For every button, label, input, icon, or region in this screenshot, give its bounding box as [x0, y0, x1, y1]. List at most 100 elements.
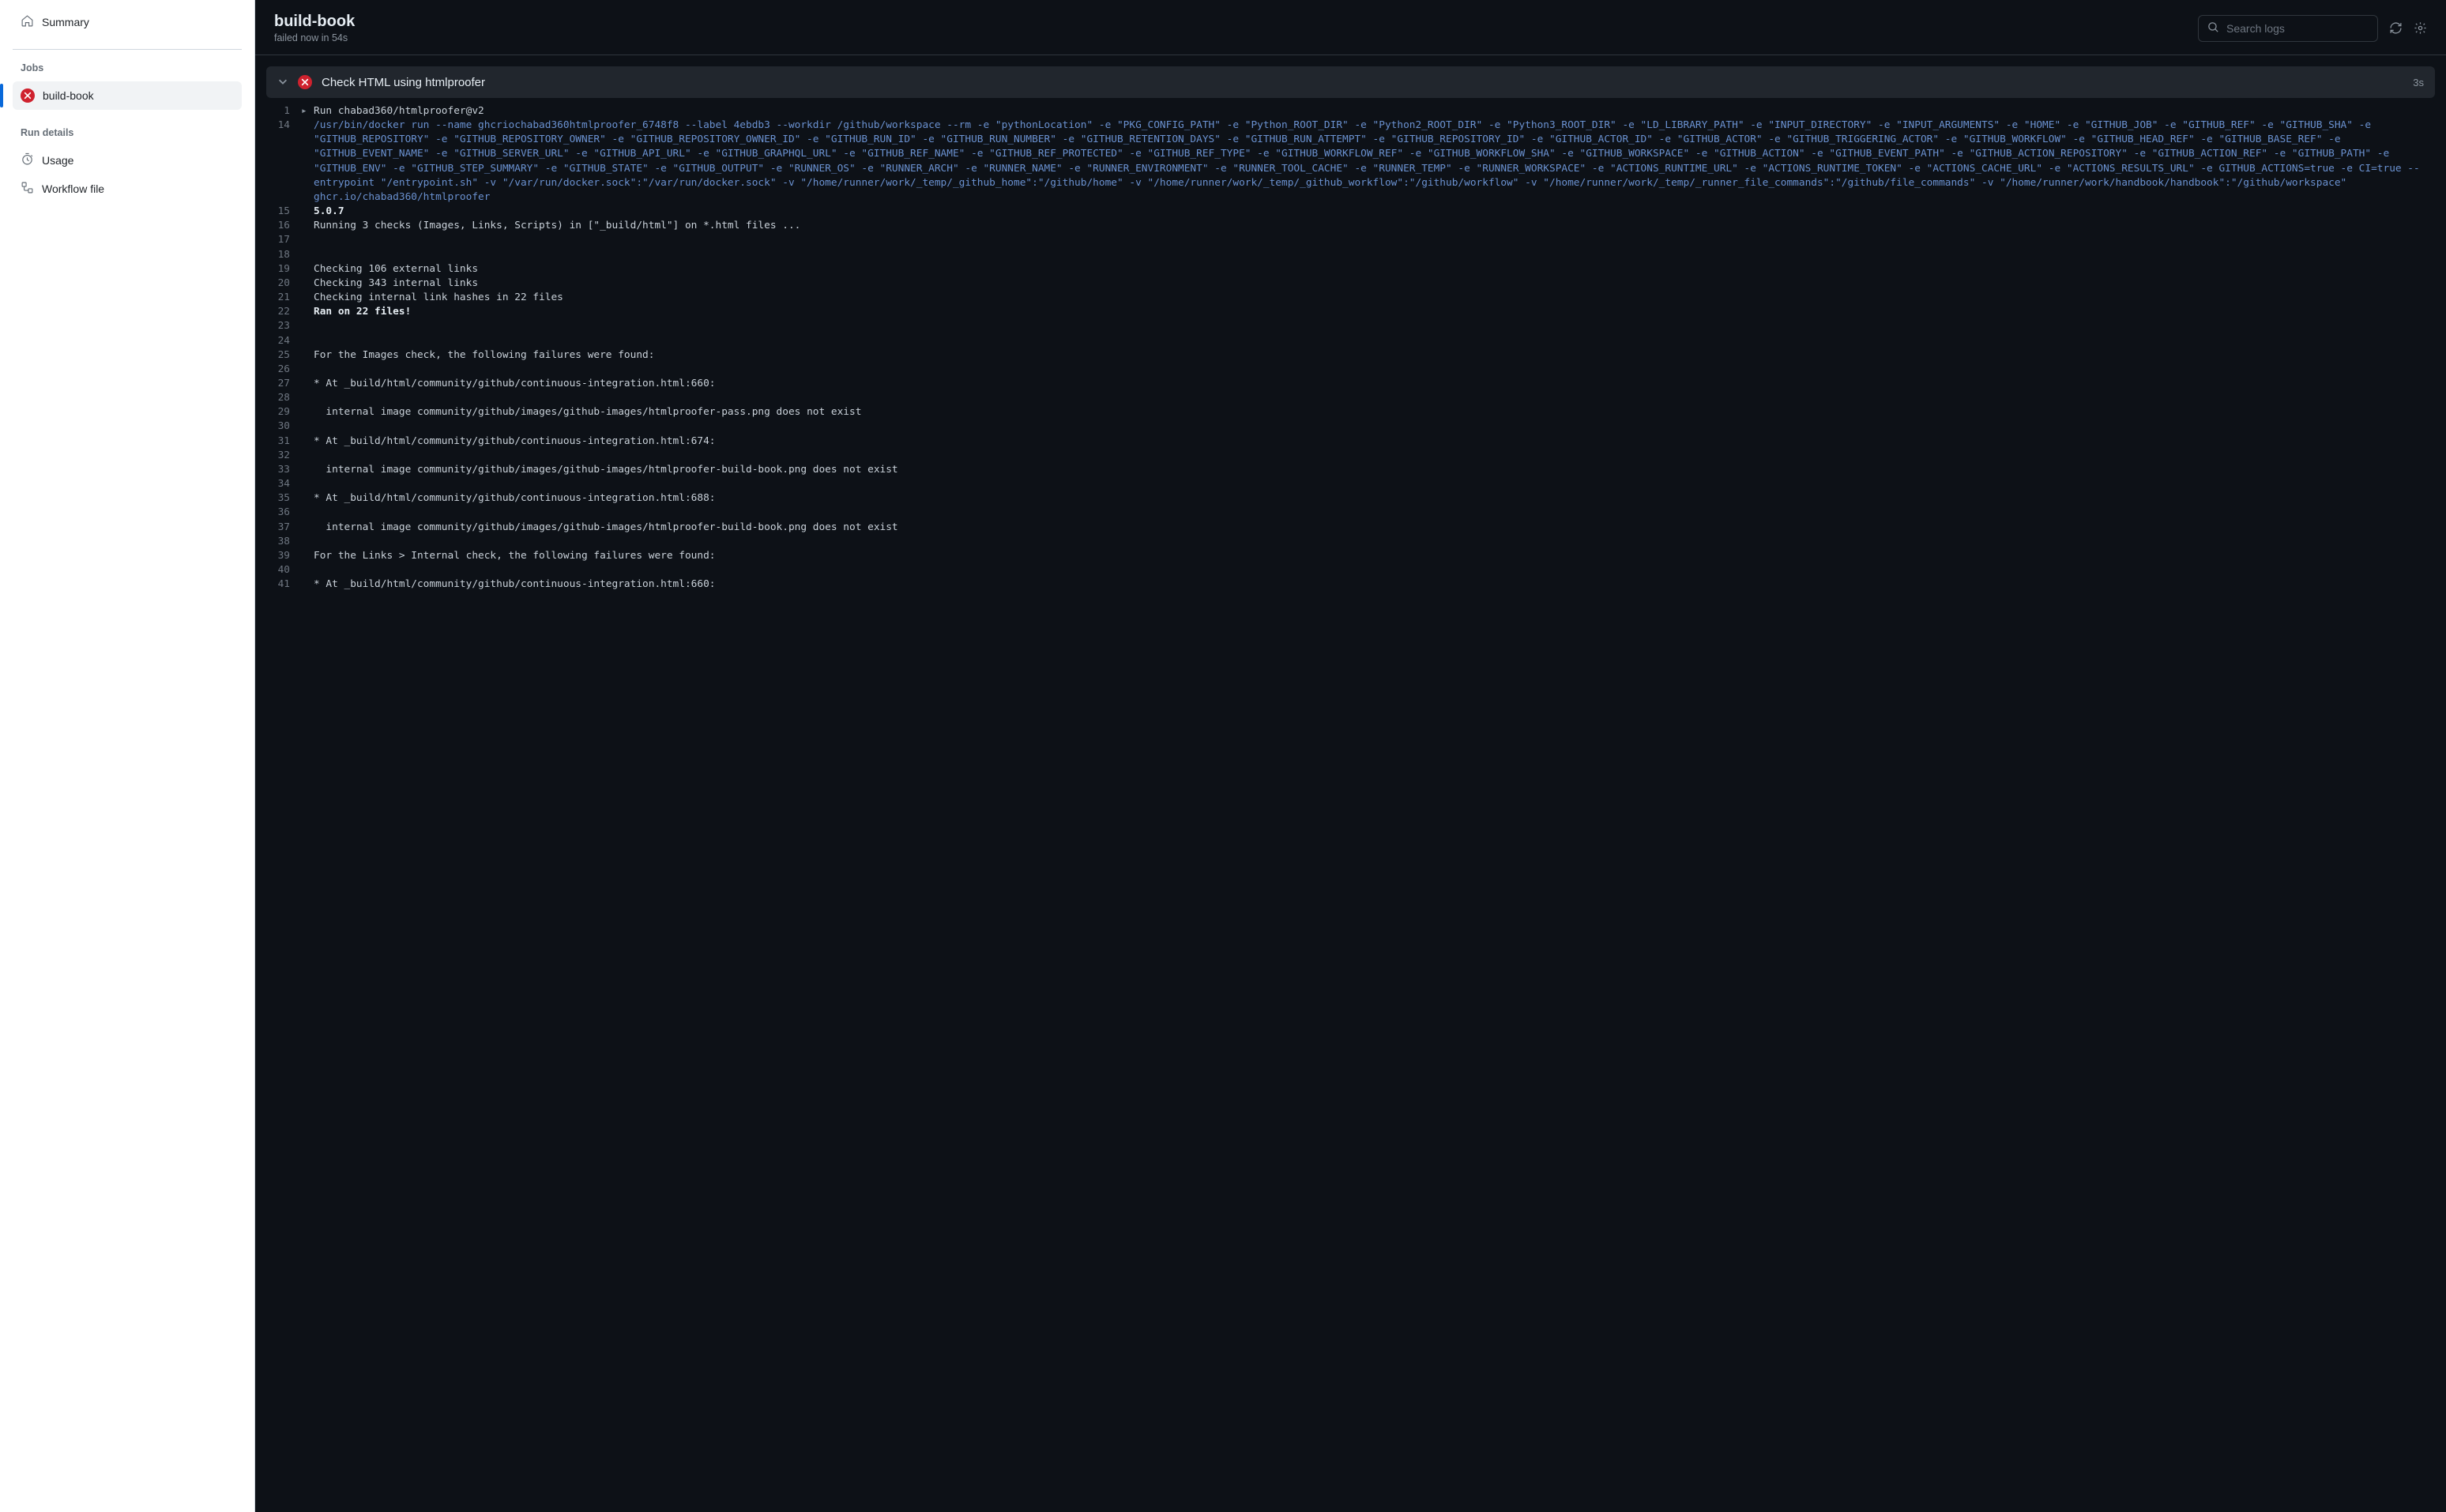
settings-button[interactable]: [2414, 21, 2427, 35]
log-line: 20 Checking 343 internal links: [255, 276, 2446, 291]
log-line: 31 * At _build/html/community/github/cont…: [255, 434, 2446, 449]
page-title: build-book: [274, 13, 355, 31]
line-number: 25: [255, 348, 301, 363]
log-output[interactable]: 1 ▸ Run chabad360/htmlproofer@v2 14 /usr…: [255, 100, 2446, 1512]
log-line: 15 5.0.7: [255, 205, 2446, 219]
log-line: 36: [255, 506, 2446, 520]
log-line: 37 internal image community/github/image…: [255, 521, 2446, 535]
sidebar: Summary Jobs build-book Run details Usag…: [0, 0, 255, 1512]
search-logs[interactable]: [2198, 15, 2378, 42]
log-text: /usr/bin/docker run --name ghcriochabad3…: [314, 118, 2446, 205]
main-header: build-book failed now in 54s: [255, 0, 2446, 55]
log-line: 28: [255, 391, 2446, 405]
line-number: 36: [255, 506, 301, 520]
log-line: 39 For the Links > Internal check, the fo…: [255, 549, 2446, 563]
chevron-down-icon: [277, 76, 288, 89]
log-text: Checking internal link hashes in 22 file…: [314, 291, 2446, 305]
log-text: * At _build/html/community/github/contin…: [314, 491, 2446, 506]
log-line: 38: [255, 535, 2446, 549]
line-number: 21: [255, 291, 301, 305]
line-number: 33: [255, 463, 301, 477]
log-line: 35 * At _build/html/community/github/cont…: [255, 491, 2446, 506]
log-line: 30: [255, 419, 2446, 434]
rerun-button[interactable]: [2389, 21, 2403, 35]
expand-caret-icon[interactable]: ▸: [301, 104, 314, 118]
home-icon: [21, 14, 34, 30]
log-text: Run chabad360/htmlproofer@v2: [314, 104, 2446, 118]
line-number: 24: [255, 334, 301, 348]
sidebar-workflow-file[interactable]: Workflow file: [13, 175, 242, 203]
log-text: Checking 343 internal links: [314, 276, 2446, 291]
line-number: 30: [255, 419, 301, 434]
log-line: 21 Checking internal link hashes in 22 fi…: [255, 291, 2446, 305]
line-number: 31: [255, 434, 301, 449]
log-line: 1 ▸ Run chabad360/htmlproofer@v2: [255, 104, 2446, 118]
sidebar-usage[interactable]: Usage: [13, 146, 242, 175]
line-number: 14: [255, 118, 301, 133]
log-text: * At _build/html/community/github/contin…: [314, 577, 2446, 592]
search-input[interactable]: [2226, 22, 2369, 35]
log-text: internal image community/github/images/g…: [314, 405, 2446, 419]
line-number: 39: [255, 549, 301, 563]
sidebar-usage-label: Usage: [42, 154, 73, 167]
log-line: 16 Running 3 checks (Images, Links, Scrip…: [255, 219, 2446, 233]
log-text: * At _build/html/community/github/contin…: [314, 434, 2446, 449]
line-number: 37: [255, 521, 301, 535]
line-number: 15: [255, 205, 301, 219]
line-number: 28: [255, 391, 301, 405]
step-duration: 3s: [2413, 77, 2424, 88]
line-number: 29: [255, 405, 301, 419]
stopwatch-icon: [21, 152, 34, 168]
log-line: 18: [255, 248, 2446, 262]
line-number: 20: [255, 276, 301, 291]
log-line: 14 /usr/bin/docker run --name ghcriochab…: [255, 118, 2446, 205]
workflow-icon: [21, 181, 34, 197]
step-header[interactable]: Check HTML using htmlproofer 3s: [266, 66, 2435, 98]
log-text: Checking 106 external links: [314, 262, 2446, 276]
log-text: Ran on 22 files!: [314, 305, 2446, 319]
divider: [13, 49, 242, 50]
log-line: 27 * At _build/html/community/github/cont…: [255, 377, 2446, 391]
log-text: Running 3 checks (Images, Links, Scripts…: [314, 219, 2446, 233]
line-number: 16: [255, 219, 301, 233]
log-text: internal image community/github/images/g…: [314, 521, 2446, 535]
sidebar-summary-label: Summary: [42, 16, 89, 28]
log-line: 24: [255, 334, 2446, 348]
log-text: 5.0.7: [314, 205, 2446, 219]
line-number: 34: [255, 477, 301, 491]
sidebar-job-label: build-book: [43, 89, 94, 102]
line-number: 41: [255, 577, 301, 592]
log-line: 29 internal image community/github/image…: [255, 405, 2446, 419]
log-text: For the Links > Internal check, the foll…: [314, 549, 2446, 563]
page-subtitle: failed now in 54s: [274, 32, 355, 43]
log-line: 22Ran on 22 files!: [255, 305, 2446, 319]
fail-icon: [21, 88, 35, 103]
line-number: 17: [255, 233, 301, 247]
search-icon: [2207, 21, 2220, 36]
sidebar-summary[interactable]: Summary: [13, 8, 242, 36]
log-line: 26: [255, 363, 2446, 377]
fail-icon: [298, 75, 312, 89]
log-line: 19 Checking 106 external links: [255, 262, 2446, 276]
line-number: 35: [255, 491, 301, 506]
sidebar-job-build-book[interactable]: build-book: [13, 81, 242, 110]
log-line: 17: [255, 233, 2446, 247]
log-line: 25For the Images check, the following fa…: [255, 348, 2446, 363]
jobs-heading: Jobs: [0, 62, 254, 81]
step-name: Check HTML using htmlproofer: [322, 76, 2403, 89]
line-number: 19: [255, 262, 301, 276]
log-line: 41 * At _build/html/community/github/cont…: [255, 577, 2446, 592]
log-line: 32: [255, 449, 2446, 463]
main: build-book failed now in 54s Check H: [255, 0, 2446, 1512]
line-number: 18: [255, 248, 301, 262]
line-number: 26: [255, 363, 301, 377]
line-number: 38: [255, 535, 301, 549]
log-text: internal image community/github/images/g…: [314, 463, 2446, 477]
line-number: 40: [255, 563, 301, 577]
line-number: 23: [255, 319, 301, 333]
log-text: * At _build/html/community/github/contin…: [314, 377, 2446, 391]
log-line: 23: [255, 319, 2446, 333]
log-line: 40: [255, 563, 2446, 577]
line-number: 27: [255, 377, 301, 391]
log-line: 34: [255, 477, 2446, 491]
